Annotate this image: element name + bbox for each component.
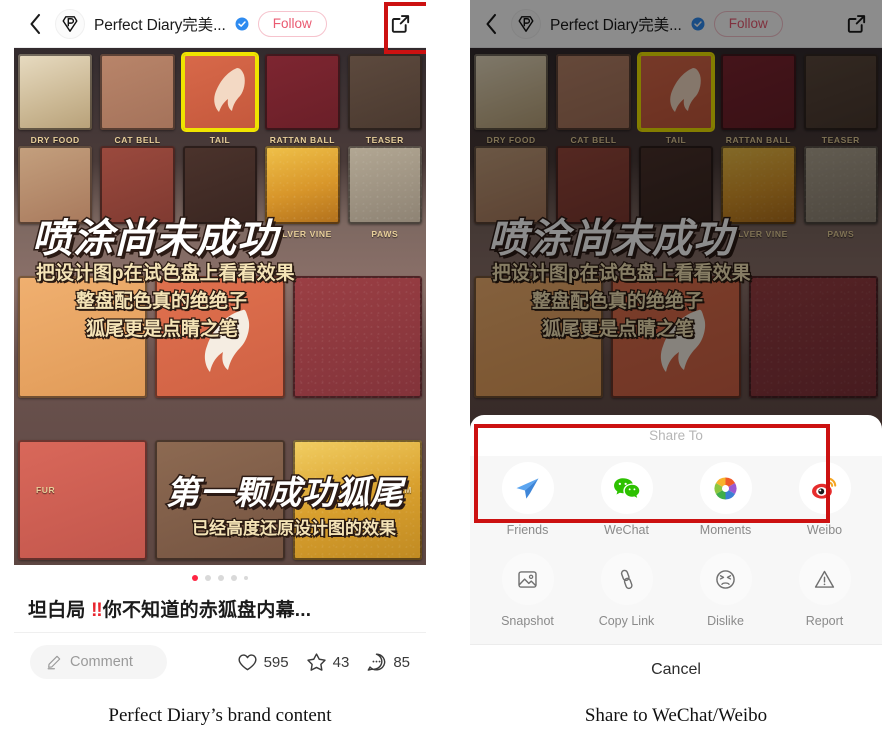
swatch-label: TEASER: [365, 135, 404, 145]
swatch-label-fur: FUR: [36, 485, 56, 495]
share-target-weibo[interactable]: Weibo: [775, 462, 874, 537]
caption-left: Perfect Diary’s brand content: [108, 705, 332, 726]
post-title-bangs: ‼: [91, 600, 103, 621]
figure-root: Perfect Diary完美... Follow DRY FOOD CAT B…: [0, 0, 895, 737]
wechat-moments-icon: [699, 462, 752, 514]
share-target-label: Friends: [506, 523, 549, 537]
share-action-label: Dislike: [707, 614, 744, 628]
share-action-label: Copy Link: [598, 614, 655, 628]
share-target-label: Weibo: [806, 523, 843, 537]
share-action-dislike[interactable]: Dislike: [676, 553, 775, 628]
share-action-label: Report: [805, 614, 844, 628]
post-title-prefix: 坦白局: [28, 600, 92, 621]
verified-badge-icon: [235, 17, 249, 31]
comment-placeholder: Comment: [70, 654, 133, 670]
post-action-bar: Comment 595 43 85: [14, 633, 426, 691]
share-target-label: Moments: [699, 523, 752, 537]
image-subline-2: 整盘配色真的绝绝子: [75, 290, 249, 314]
weibo-icon: [798, 462, 851, 514]
share-action-report[interactable]: Report: [775, 553, 874, 628]
swatch: TEASER: [347, 54, 423, 145]
wechat-icon: [600, 462, 653, 514]
share-action-copy-link[interactable]: Copy Link: [577, 553, 676, 628]
share-sheet: Share To Friends WeChat Moments Weibo Sn…: [470, 415, 882, 697]
share-target-moments[interactable]: Moments: [676, 462, 775, 537]
swatch-selected: TAIL: [182, 54, 258, 145]
back-chevron-icon[interactable]: [24, 10, 46, 38]
pagination-dot-4[interactable]: [231, 575, 237, 581]
frowning-face-icon: [699, 553, 752, 605]
image-headline-bottom: 第一颗成功狐尾: [165, 473, 405, 513]
share-action-label: Snapshot: [501, 614, 554, 628]
collect-count: 43: [332, 653, 350, 671]
share-target-wechat[interactable]: WeChat: [577, 462, 676, 537]
swatch: PAWS: [347, 146, 423, 239]
glitter-texture: [292, 276, 422, 398]
palette-row-1: DRY FOOD CAT BELL TAIL RATTAN BALL TEASE…: [14, 54, 426, 145]
share-target-label: WeChat: [604, 523, 649, 537]
swatch: CAT BELL: [100, 54, 175, 145]
swatch: RATTAN BALL: [265, 54, 340, 145]
heart-icon: [238, 653, 257, 670]
pagination-dot-5[interactable]: [244, 576, 248, 580]
like-button[interactable]: 595: [237, 653, 289, 672]
post-title: 坦白局 ‼你不知道的赤狐盘内幕...: [14, 591, 426, 633]
link-chain-icon: [600, 553, 653, 605]
pagination-dot-1[interactable]: [192, 575, 198, 581]
pagination-dot-3[interactable]: [218, 575, 224, 581]
app-header: Perfect Diary完美... Follow: [14, 0, 426, 48]
warning-triangle-icon: [798, 553, 851, 605]
image-subline-1: 把设计图p在试色盘上看看效果: [35, 262, 296, 286]
follow-button[interactable]: Follow: [257, 10, 327, 37]
swatch-label: RATTAN BALL: [269, 135, 336, 145]
swatch-label: DRY FOOD: [30, 135, 80, 145]
swatch-label: PAWS: [371, 229, 399, 239]
account-name: Perfect Diary完美...: [94, 16, 226, 34]
share-action-snapshot[interactable]: Snapshot: [478, 553, 577, 628]
phone-screen-right: Perfect Diary完美... Follow DRY FOOD CAT B…: [470, 0, 882, 697]
swatch: [292, 276, 422, 398]
star-icon: [306, 653, 326, 671]
share-actions-row: Snapshot Copy Link Dislike Report: [470, 547, 882, 644]
comment-count: 85: [393, 653, 410, 671]
cancel-button[interactable]: Cancel: [470, 645, 882, 697]
swatch-label: CAT BELL: [114, 135, 161, 145]
share-sheet-title: Share To: [649, 428, 703, 443]
share-targets-row: Friends WeChat Moments Weibo: [470, 456, 882, 547]
comment-input[interactable]: Comment: [30, 645, 167, 679]
pagination-dot-2[interactable]: [205, 575, 211, 581]
image-subline-bottom: 已经高度还原设计图的效果: [191, 518, 398, 540]
comment-count-button[interactable]: 85: [366, 652, 410, 672]
post-image[interactable]: DRY FOOD CAT BELL TAIL RATTAN BALL TEASE…: [14, 48, 426, 565]
image-picture-icon: [501, 553, 554, 605]
like-count: 595: [263, 653, 289, 671]
pencil-edit-icon: [47, 655, 61, 670]
swatch-label: TAIL: [209, 135, 231, 145]
glitter-texture: [347, 146, 423, 224]
left-panel-screenshot: Perfect Diary完美... Follow DRY FOOD CAT B…: [14, 0, 426, 697]
share-target-friends[interactable]: Friends: [478, 462, 577, 537]
right-panel-screenshot: Perfect Diary完美... Follow DRY FOOD CAT B…: [470, 0, 882, 697]
collect-button[interactable]: 43: [306, 652, 350, 672]
image-headline-top: 喷涂尚未成功: [31, 216, 279, 263]
post-metrics: 595 43 85: [237, 652, 410, 672]
swatch: DRY FOOD: [18, 54, 93, 145]
perfect-diary-logo-icon[interactable]: [55, 8, 85, 39]
caption-right: Share to WeChat/Weibo: [584, 705, 768, 726]
paper-plane-icon: [501, 462, 554, 514]
phone-screen-left: Perfect Diary完美... Follow DRY FOOD CAT B…: [14, 0, 426, 697]
post-title-rest: 你不知道的赤狐盘内幕...: [102, 600, 312, 621]
speech-bubble-icon: [367, 653, 386, 671]
carousel-pagination: [14, 565, 426, 591]
image-subline-3: 狐尾更是点睛之笔: [85, 318, 240, 342]
share-button-wrapper: [382, 6, 418, 42]
share-external-link-icon[interactable]: [382, 6, 418, 42]
